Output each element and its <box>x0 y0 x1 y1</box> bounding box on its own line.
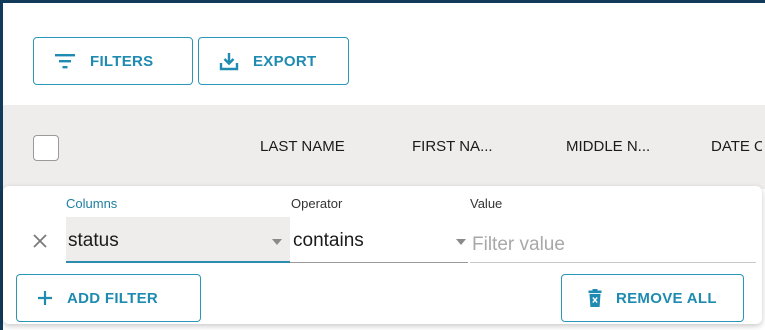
filter-value-input[interactable] <box>470 217 756 263</box>
plus-icon <box>38 291 52 305</box>
download-tray-icon <box>219 53 239 71</box>
add-filter-button[interactable]: ADD FILTER <box>16 274 201 322</box>
column-header-middle-name[interactable]: MIDDLE N... <box>566 138 650 155</box>
add-filter-label: ADD FILTER <box>67 289 159 307</box>
select-all-checkbox[interactable] <box>33 135 59 161</box>
grid-column-header-row <box>3 105 765 189</box>
export-button-label: EXPORT <box>253 52 317 70</box>
caret-down-icon <box>272 239 282 245</box>
column-header-date[interactable]: DATE O <box>711 138 762 155</box>
value-field-label: Value <box>470 196 503 211</box>
column-header-first-name[interactable]: FIRST NA... <box>412 138 493 155</box>
operator-field-label: Operator <box>291 196 343 211</box>
filters-button-label: FILTERS <box>90 52 154 70</box>
trash-icon <box>588 289 602 307</box>
remove-all-label: REMOVE ALL <box>616 289 717 307</box>
columns-field-label: Columns <box>66 196 118 211</box>
columns-select-value: status <box>68 230 119 251</box>
columns-select[interactable]: status <box>66 217 290 263</box>
column-header-last-name[interactable]: LAST NAME <box>260 138 345 155</box>
close-icon[interactable] <box>29 230 51 252</box>
filter-lines-icon <box>55 54 75 69</box>
operator-select[interactable]: contains <box>290 217 468 263</box>
operator-select-value: contains <box>293 230 364 251</box>
filters-button[interactable]: FILTERS <box>33 37 193 85</box>
caret-down-icon <box>456 239 466 245</box>
remove-all-button[interactable]: REMOVE ALL <box>561 274 744 322</box>
export-button[interactable]: EXPORT <box>198 37 349 85</box>
